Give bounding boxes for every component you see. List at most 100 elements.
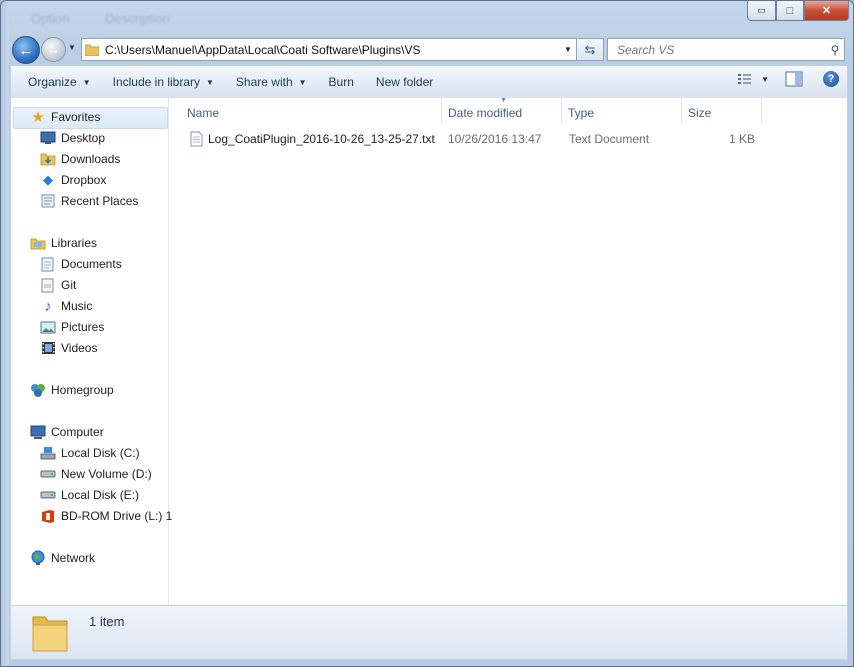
change-view-button[interactable]: ▼ [737,72,769,86]
sidebar-item-pictures[interactable]: Pictures [40,318,104,336]
column-header-date-modified[interactable]: Date modified [448,102,561,124]
drive-icon [40,466,56,482]
help-icon[interactable]: ? [823,71,839,87]
music-icon: ♪ [44,297,52,315]
address-path[interactable]: C:\Users\Manuel\AppData\Local\Coati Soft… [105,43,559,57]
dropbox-icon: ◆ [43,172,53,187]
sidebar-item-recent-places[interactable]: Recent Places [40,192,138,210]
new-folder-label: New folder [375,75,434,89]
folder-icon [32,616,68,652]
office-icon [40,508,56,524]
column-divider[interactable] [561,98,562,124]
network-icon [30,550,46,566]
sidebar-item-git[interactable]: Git [40,276,76,294]
file-list: ▼ Name Date modified Type Size Log_Coati… [169,97,847,605]
sidebar-label: Videos [61,341,98,355]
column-label: Date modified [448,106,523,120]
folder-icon [85,44,99,56]
sidebar-item-local-disk-e[interactable]: Local Disk (E:) [40,486,139,504]
address-bar[interactable]: C:\Users\Manuel\AppData\Local\Coati Soft… [81,38,577,61]
column-header-type[interactable]: Type [568,102,681,124]
sidebar-label: Local Disk (C:) [61,446,140,460]
sidebar-label: Recent Places [61,194,139,208]
refresh-button[interactable]: ⇆ [576,38,604,61]
view-controls: ▼ ? [737,71,839,87]
search-input[interactable] [615,41,826,58]
item-count: 1 item [89,614,125,629]
recent-pages-dropdown[interactable]: ▼ [68,43,76,52]
system-drive-icon [40,445,56,461]
sidebar-item-homegroup[interactable]: Homegroup [30,381,114,399]
sidebar-item-music[interactable]: ♪ Music [40,297,92,315]
star-icon: ★ [31,109,45,126]
text-file-icon [190,131,203,147]
drive-icon [40,487,56,503]
sidebar-label: Documents [61,257,122,271]
organize-label: Organize [28,75,77,89]
column-label: Size [688,106,712,120]
search-box[interactable]: ⚲ [607,38,845,61]
sidebar-item-desktop[interactable]: Desktop [40,129,105,147]
include-in-library-label: Include in library [112,75,200,89]
recent-places-icon [40,193,56,209]
sidebar-item-videos[interactable]: Videos [40,339,97,357]
homegroup-icon [30,382,46,398]
explorer-window: Option Description ▭ □ ✕ ← → ▼ C:\Users\… [0,0,854,667]
videos-icon [40,340,56,356]
sidebar-label: Computer [51,425,104,439]
background-title-option: Option [31,11,70,26]
background-title-description: Description [105,11,171,26]
column-header-size[interactable]: Size [688,102,761,124]
new-folder-button[interactable]: New folder [367,70,442,94]
sidebar-item-new-volume-d[interactable]: New Volume (D:) [40,465,152,483]
sidebar-item-computer[interactable]: Computer [30,423,104,441]
share-with-label: Share with [235,75,293,89]
sidebar-item-dropbox[interactable]: ◆ Dropbox [40,171,106,189]
navigation-pane: ★ Favorites Desktop Downloads ◆ Dropbox Re… [11,98,172,605]
maximize-button[interactable]: □ [776,1,804,21]
sidebar-item-libraries[interactable]: Libraries [30,234,97,252]
sidebar-item-network[interactable]: Network [30,549,95,567]
forward-button[interactable]: → [41,37,66,62]
column-label: Name [187,106,220,120]
search-icon[interactable]: ⚲ [826,43,844,57]
sidebar-item-documents[interactable]: Documents [40,255,122,273]
sidebar-item-favorites[interactable]: ★ Favorites [30,108,100,126]
close-button[interactable]: ✕ [804,1,849,21]
file-row[interactable]: Log_CoatiPlugin_2016-10-26_13-25-27.txt … [169,128,847,150]
sidebar-label: BD-ROM Drive (L:) 1 [61,509,173,523]
sidebar-item-downloads[interactable]: Downloads [40,150,120,168]
organize-button[interactable]: Organize ▼ [19,70,100,94]
sidebar-label: Music [61,299,93,313]
close-icon: ✕ [821,5,832,17]
column-divider[interactable] [441,98,442,124]
back-arrow-icon: ← [18,41,34,59]
caption-buttons: ▭ □ ✕ [747,1,849,21]
burn-button[interactable]: Burn [320,70,363,94]
chevron-down-icon: ▼ [298,77,307,87]
sidebar-label: Favorites [51,110,101,124]
window-frame [1,1,9,666]
sidebar-item-local-disk-c[interactable]: Local Disk (C:) [40,444,140,462]
column-divider[interactable] [761,98,762,124]
command-bar: Organize ▼ Include in library ▼ Share with… [10,65,848,99]
sidebar-item-bd-rom-l[interactable]: BD-ROM Drive (L:) 1 [40,507,172,525]
preview-pane-icon[interactable] [785,71,803,87]
back-button[interactable]: ← [12,36,40,64]
include-in-library-button[interactable]: Include in library ▼ [104,70,223,94]
column-divider[interactable] [681,98,682,124]
documents-icon [40,256,56,272]
minimize-icon: ▭ [757,5,766,15]
chevron-down-icon: ▼ [82,77,91,87]
sidebar-label: Desktop [61,131,106,145]
minimize-button[interactable]: ▭ [747,1,776,21]
share-with-button[interactable]: Share with ▼ [227,70,316,94]
file-size: 1 KB [728,132,755,146]
address-dropdown-icon[interactable]: ▼ [559,45,576,54]
sidebar-label: Local Disk (E:) [61,488,140,502]
pictures-icon [40,319,56,335]
column-header-name[interactable]: Name [187,102,441,124]
chevron-down-icon: ▼ [761,74,769,84]
sidebar-label: Dropbox [61,173,107,187]
sidebar-label: Pictures [61,320,105,334]
